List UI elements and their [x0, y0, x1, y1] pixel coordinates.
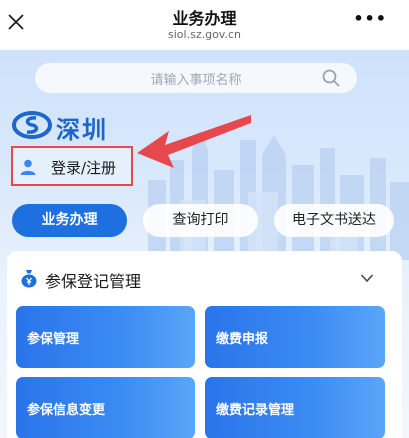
tab-e-document[interactable]: 电子文书送达	[274, 204, 394, 237]
more-menu-icon[interactable]: •••	[353, 11, 387, 27]
card-label: 缴费申报	[216, 332, 269, 347]
login-register-button[interactable]: 登录/注册	[11, 146, 133, 186]
annotation-arrow	[137, 115, 251, 168]
logo-text: 深圳	[56, 116, 108, 144]
card-label: 参保管理	[27, 332, 80, 347]
card-label: 参保信息变更	[27, 403, 106, 418]
search-icon[interactable]	[321, 68, 341, 88]
user-icon	[20, 159, 36, 175]
card-payment-declaration[interactable]: 缴费申报	[205, 306, 385, 368]
tab-business[interactable]: 业务办理	[12, 204, 127, 237]
page-url: siol.sz.gov.cn	[168, 28, 241, 41]
card-info-change[interactable]: 参保信息变更	[16, 377, 195, 438]
card-payment-records[interactable]: 缴费记录管理	[205, 377, 385, 438]
search-placeholder: 请输入事项名称	[150, 73, 242, 88]
si-logo-icon	[12, 111, 52, 139]
tab-query-print[interactable]: 查询打印	[143, 204, 258, 237]
login-label: 登录/注册	[51, 159, 117, 177]
chevron-down-icon[interactable]	[360, 273, 374, 283]
nav-bar: 业务办理 siol.sz.gov.cn •••	[0, 0, 409, 50]
money-bag-icon	[21, 270, 37, 288]
card-insurance-management[interactable]: 参保管理	[16, 306, 195, 368]
page-title: 业务办理	[172, 9, 237, 28]
card-label: 缴费记录管理	[216, 403, 295, 418]
section-title: 参保登记管理	[45, 272, 142, 291]
search-bar[interactable]: 请输入事项名称	[35, 63, 357, 93]
